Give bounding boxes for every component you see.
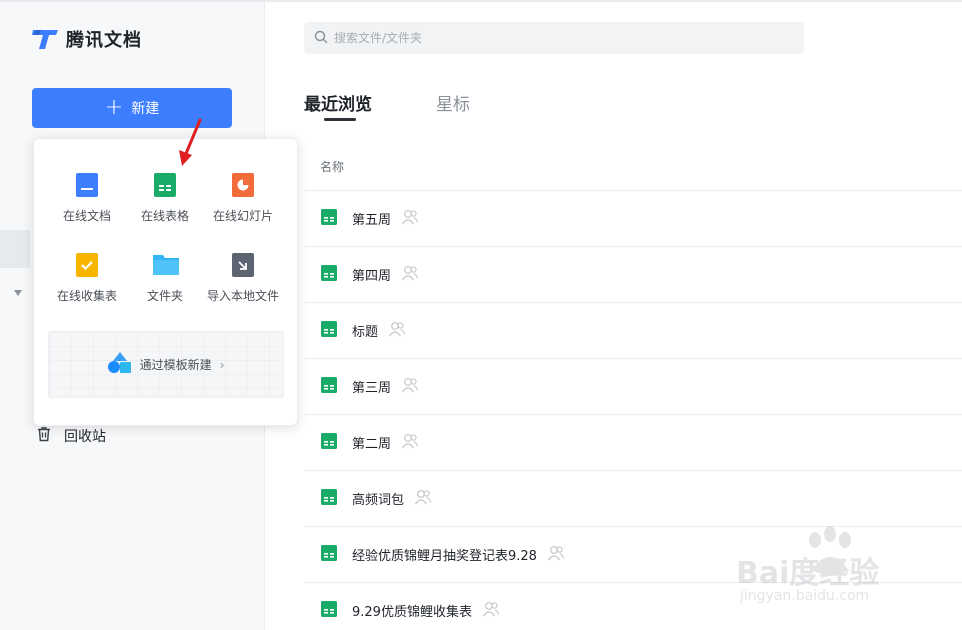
search-input[interactable] <box>334 31 774 45</box>
file-name: 第五周 <box>352 213 392 228</box>
plus-icon: + <box>104 95 124 120</box>
sheet-file-icon <box>320 600 338 622</box>
sheet-file-icon <box>320 320 338 342</box>
folder-icon <box>153 253 179 277</box>
sheet-file-icon <box>320 376 338 398</box>
baidu-jingyan-watermark: Bai度经验 jingyan.baidu.com <box>730 526 940 616</box>
file-name: 9.29优质锦鲤收集表 <box>352 605 472 620</box>
file-row[interactable]: 第三周 <box>304 359 962 415</box>
menu-item-label: 导入本地文件 <box>206 289 279 303</box>
sidebar-item-label: 回收站 <box>64 429 106 445</box>
collaborators-icon[interactable] <box>547 545 565 565</box>
menu-item-label: 在线表格 <box>140 209 189 223</box>
menu-item-label: 在线幻灯片 <box>212 209 273 223</box>
tab-recent[interactable]: 最近浏览 <box>304 90 372 115</box>
collaborators-icon[interactable] <box>388 321 406 341</box>
menu-item-label: 在线文档 <box>62 209 111 223</box>
file-name: 经验优质锦鲤月抽奖登记表9.28 <box>352 549 537 564</box>
trash-icon <box>36 426 52 446</box>
watermark-url: jingyan.baidu.com <box>740 588 870 604</box>
sheet-file-icon <box>320 432 338 454</box>
collaborators-icon[interactable] <box>401 209 419 229</box>
doc-icon <box>75 173 99 197</box>
new-menu-item-form[interactable]: 在线收集表 <box>48 253 126 304</box>
file-name: 第二周 <box>352 437 392 452</box>
new-menu-item-sheet[interactable]: 在线表格 <box>126 173 204 224</box>
app-name: 腾讯文档 <box>66 30 142 51</box>
sidebar-item-trash[interactable]: 回收站 <box>36 426 106 446</box>
sheet-file-icon <box>320 208 338 230</box>
new-menu-item-slides[interactable]: 在线幻灯片 <box>204 173 282 224</box>
search-bar[interactable] <box>304 22 804 54</box>
new-from-template-button[interactable]: 通过模板新建 › <box>48 331 284 398</box>
collaborators-icon[interactable] <box>401 265 419 285</box>
file-row[interactable]: 第二周 <box>304 415 962 471</box>
file-name: 第四周 <box>352 269 392 284</box>
file-name: 标题 <box>352 325 379 340</box>
sheet-file-icon <box>320 544 338 566</box>
import-icon <box>231 253 255 277</box>
file-name: 高频词包 <box>352 493 405 508</box>
template-label: 通过模板新建 <box>139 358 212 372</box>
sheet-file-icon <box>320 264 338 286</box>
file-name: 第三周 <box>352 381 392 396</box>
active-tab-indicator <box>324 118 356 121</box>
app-window: 腾讯文档 回收站 + 新建 在线文档 在线表格 在线幻灯片 在线收集表 文件夹 … <box>0 0 962 630</box>
sheet-icon <box>153 173 177 197</box>
form-icon <box>75 253 99 277</box>
annotation-arrow-icon <box>176 118 204 172</box>
shapes-icon <box>107 351 132 378</box>
search-icon <box>314 29 328 48</box>
tab-starred[interactable]: 星标 <box>436 90 470 115</box>
collaborators-icon[interactable] <box>482 601 500 621</box>
menu-item-label: 文件夹 <box>146 289 183 303</box>
watermark-brand: Bai度经验 <box>736 556 880 591</box>
tencent-docs-logo-icon <box>32 27 59 51</box>
chevron-right-icon: › <box>219 357 225 372</box>
slides-icon <box>231 173 255 197</box>
new-button-label: 新建 <box>131 101 160 117</box>
new-menu-item-doc[interactable]: 在线文档 <box>48 173 126 224</box>
menu-item-label: 在线收集表 <box>56 289 117 303</box>
collaborators-icon[interactable] <box>414 489 432 509</box>
file-row[interactable]: 第四周 <box>304 247 962 303</box>
app-logo[interactable]: 腾讯文档 <box>32 26 142 52</box>
column-header-name[interactable]: 名称 <box>320 158 344 175</box>
sidebar-selected-item[interactable] <box>0 230 30 268</box>
new-menu-popover: 在线文档 在线表格 在线幻灯片 在线收集表 文件夹 导入本地文件 通过模板新建 … <box>33 138 298 426</box>
file-row[interactable]: 第五周 <box>304 191 962 247</box>
collaborators-icon[interactable] <box>401 377 419 397</box>
new-menu-item-import[interactable]: 导入本地文件 <box>204 253 282 304</box>
file-row[interactable]: 高频词包 <box>304 471 962 527</box>
sheet-file-icon <box>320 488 338 510</box>
collaborators-icon[interactable] <box>401 433 419 453</box>
expand-caret-icon[interactable] <box>14 290 22 296</box>
file-row[interactable]: 标题 <box>304 303 962 359</box>
new-menu-item-folder[interactable]: 文件夹 <box>126 253 204 304</box>
